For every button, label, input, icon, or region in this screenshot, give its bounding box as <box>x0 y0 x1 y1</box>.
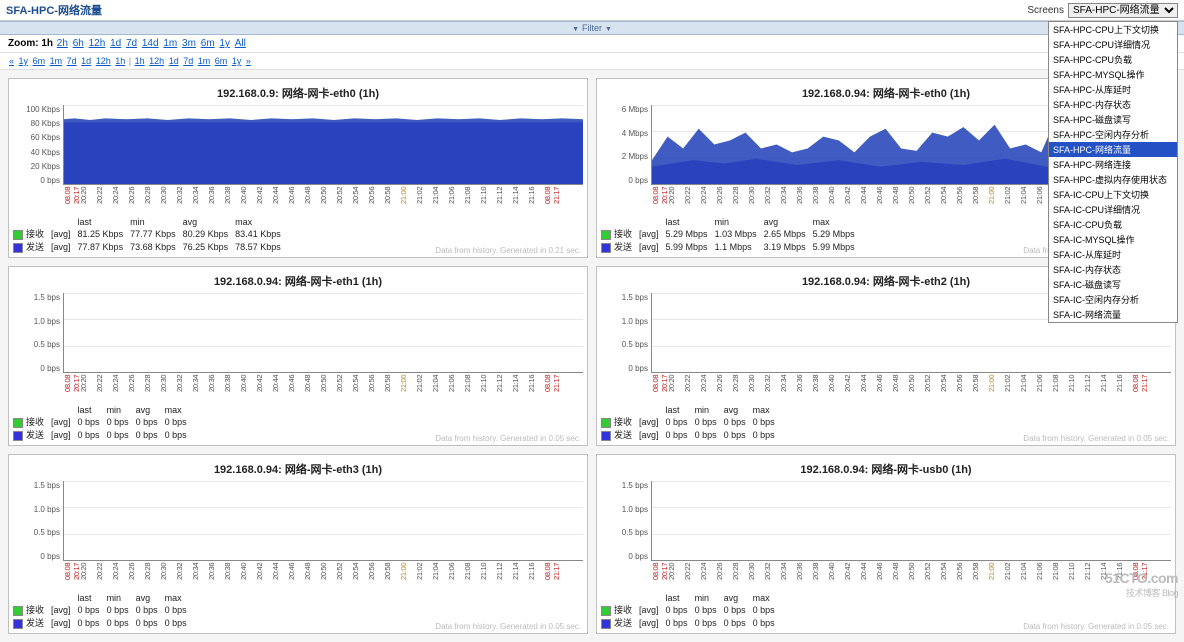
nav-link[interactable]: 7d <box>183 56 193 66</box>
nav-link[interactable]: 1d <box>81 56 91 66</box>
dropdown-item[interactable]: SFA-HPC-内存状态 <box>1049 97 1177 112</box>
zoom-option[interactable]: All <box>235 38 246 49</box>
plot-area <box>63 481 583 561</box>
zoom-links: Zoom: 1h 2h 6h 12h 1d 7d 14d 1m 3m 6m 1y… <box>8 38 247 49</box>
dropdown-item[interactable]: SFA-IC-MYSQL操作 <box>1049 232 1177 247</box>
x-axis: 08.08 20:1720:2020:2220:2420:2620:2820:3… <box>63 375 583 401</box>
zoom-option[interactable]: 1m <box>163 38 177 49</box>
y-axis: 1.5 bps1.0 bps0.5 bps0 bps <box>601 293 651 373</box>
nav-link[interactable]: 1h <box>115 56 125 66</box>
screens-label: Screens <box>1027 5 1064 16</box>
chart-panel: 192.168.0.94: 网络-网卡-eth3 (1h) 1.5 bps1.0… <box>8 454 588 634</box>
dropdown-item[interactable]: SFA-HPC-磁盘读写 <box>1049 112 1177 127</box>
chart-panel: 192.168.0.9: 网络-网卡-eth0 (1h) 100 Kbps80 … <box>8 78 588 258</box>
dropdown-item[interactable]: SFA-HPC-CPU详细情况 <box>1049 37 1177 52</box>
dropdown-item[interactable]: SFA-HPC-虚拟内存使用状态 <box>1049 172 1177 187</box>
dropdown-item[interactable]: SFA-IC-CPU上下文切换 <box>1049 187 1177 202</box>
zoom-option[interactable]: 1d <box>110 38 121 49</box>
dropdown-item[interactable]: SFA-IC-CPU负载 <box>1049 217 1177 232</box>
zoom-option[interactable]: 1y <box>219 38 230 49</box>
dropdown-item[interactable]: SFA-HPC-从库延时 <box>1049 82 1177 97</box>
zoom-option[interactable]: 6m <box>201 38 215 49</box>
y-axis: 1.5 bps1.0 bps0.5 bps0 bps <box>13 481 63 561</box>
x-axis: 08.08 20:1720:2020:2220:2420:2620:2820:3… <box>651 563 1171 589</box>
x-axis: 08.08 20:1720:2020:2220:2420:2620:2820:3… <box>63 187 583 213</box>
screens-selector: Screens SFA-HPC-网络流量 SFA-HPC-CPU上下文切换SFA… <box>1027 3 1178 18</box>
dropdown-item[interactable]: SFA-HPC-CPU负载 <box>1049 52 1177 67</box>
filter-bar[interactable]: Filter <box>0 21 1184 35</box>
dropdown-item[interactable]: SFA-HPC-网络连接 <box>1049 157 1177 172</box>
dropdown-item[interactable]: SFA-IC-CPU详细情况 <box>1049 202 1177 217</box>
generated-text: Data from history. Generated in 0.05 sec… <box>1023 622 1169 631</box>
zoom-option[interactable]: 2h <box>57 38 68 49</box>
zoom-option[interactable]: 6h <box>73 38 84 49</box>
chart-panel: 192.168.0.94: 网络-网卡-usb0 (1h) 1.5 bps1.0… <box>596 454 1176 634</box>
dropdown-item[interactable]: SFA-HPC-空闲内存分析 <box>1049 127 1177 142</box>
nav-link[interactable]: » <box>246 56 251 66</box>
generated-text: Data from history. Generated in 0.05 sec… <box>435 434 581 443</box>
zoom-option[interactable]: 7d <box>126 38 137 49</box>
chart-plot[interactable]: 1.5 bps1.0 bps0.5 bps0 bps <box>601 481 1171 561</box>
nav-link[interactable]: 1m <box>198 56 211 66</box>
nav-link[interactable]: « <box>9 56 14 66</box>
top-bar: SFA-HPC-网络流量 Screens SFA-HPC-网络流量 SFA-HP… <box>0 0 1184 21</box>
dropdown-item[interactable]: SFA-HPC-MYSQL操作 <box>1049 67 1177 82</box>
plot-area <box>63 293 583 373</box>
nav-link[interactable]: 1h <box>135 56 145 66</box>
generated-text: Data from history. Generated in 0.05 sec… <box>435 622 581 631</box>
dropdown-item[interactable]: SFA-HPC-网络流量 <box>1049 142 1177 157</box>
plot-area <box>651 481 1171 561</box>
chart-title: 192.168.0.94: 网络-网卡-eth3 (1h) <box>13 459 583 481</box>
x-axis: 08.08 20:1720:2020:2220:2420:2620:2820:3… <box>63 563 583 589</box>
dropdown-item[interactable]: SFA-IC-空闲内存分析 <box>1049 292 1177 307</box>
y-axis: 1.5 bps1.0 bps0.5 bps0 bps <box>13 293 63 373</box>
dropdown-item[interactable]: SFA-IC-内存状态 <box>1049 262 1177 277</box>
plot-area <box>63 105 583 185</box>
chart-title: 192.168.0.94: 网络-网卡-usb0 (1h) <box>601 459 1171 481</box>
dropdown-item[interactable]: SFA-IC-从库延时 <box>1049 247 1177 262</box>
dropdown-item[interactable]: SFA-IC-网络流量 <box>1049 307 1177 322</box>
dropdown-item[interactable]: SFA-HPC-CPU上下文切换 <box>1049 22 1177 37</box>
nav-link[interactable]: 12h <box>96 56 111 66</box>
screens-dropdown[interactable]: SFA-HPC-网络流量 <box>1068 3 1178 18</box>
y-axis: 6 Mbps4 Mbps2 Mbps0 bps <box>601 105 651 185</box>
nav-link[interactable]: 1y <box>232 56 242 66</box>
page-title: SFA-HPC-网络流量 <box>6 2 102 18</box>
watermark: 51CTO.com技术博客 Blog <box>1105 570 1178 599</box>
chart-plot[interactable]: 1.5 bps1.0 bps0.5 bps0 bps <box>13 293 583 373</box>
chart-title: 192.168.0.94: 网络-网卡-eth1 (1h) <box>13 271 583 293</box>
nav-link[interactable]: 7d <box>67 56 77 66</box>
nav-link[interactable]: 12h <box>149 56 164 66</box>
y-axis: 1.5 bps1.0 bps0.5 bps0 bps <box>601 481 651 561</box>
nav-link[interactable]: 1m <box>50 56 63 66</box>
zoom-option[interactable]: 3m <box>182 38 196 49</box>
charts-grid: 192.168.0.9: 网络-网卡-eth0 (1h) 100 Kbps80 … <box>0 70 1184 642</box>
nav-link[interactable]: 1d <box>169 56 179 66</box>
generated-text: Data from history. Generated in 0.21 sec… <box>435 246 581 255</box>
zoom-row: Zoom: 1h 2h 6h 12h 1d 7d 14d 1m 3m 6m 1y… <box>0 35 1184 53</box>
nav-row: « 1y 6m 1m 7d 1d 12h 1h | 1h 12h 1d 7d 1… <box>0 53 1184 70</box>
nav-link[interactable]: 6m <box>33 56 46 66</box>
chart-plot[interactable]: 1.5 bps1.0 bps0.5 bps0 bps <box>13 481 583 561</box>
zoom-option[interactable]: 1h <box>41 38 53 49</box>
nav-link[interactable]: 6m <box>215 56 228 66</box>
zoom-option[interactable]: 14d <box>142 38 159 49</box>
chart-plot[interactable]: 100 Kbps80 Kbps60 Kbps40 Kbps20 Kbps0 bp… <box>13 105 583 185</box>
x-axis: 08.08 20:1720:2020:2220:2420:2620:2820:3… <box>651 375 1171 401</box>
generated-text: Data from history. Generated in 0.05 sec… <box>1023 434 1169 443</box>
zoom-option[interactable]: 12h <box>89 38 106 49</box>
y-axis: 100 Kbps80 Kbps60 Kbps40 Kbps20 Kbps0 bp… <box>13 105 63 185</box>
chart-panel: 192.168.0.94: 网络-网卡-eth1 (1h) 1.5 bps1.0… <box>8 266 588 446</box>
filter-toggle[interactable]: Filter <box>572 23 612 33</box>
nav-link[interactable]: 1y <box>19 56 29 66</box>
screens-dropdown-list[interactable]: SFA-HPC-CPU上下文切换SFA-HPC-CPU详细情况SFA-HPC-C… <box>1048 21 1178 323</box>
dropdown-item[interactable]: SFA-IC-磁盘读写 <box>1049 277 1177 292</box>
chart-title: 192.168.0.9: 网络-网卡-eth0 (1h) <box>13 83 583 105</box>
